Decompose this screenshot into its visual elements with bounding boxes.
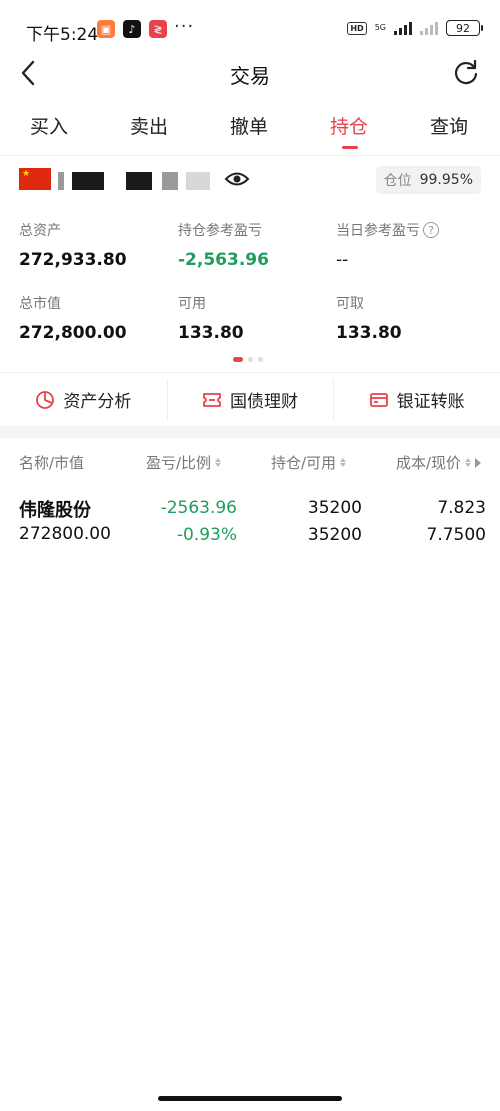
page-dot-active xyxy=(233,357,243,362)
stock-holding: 35200 xyxy=(307,498,362,518)
total-assets-label: 总资产 xyxy=(19,223,61,239)
today-pl-label: 当日参考盈亏 xyxy=(336,223,420,239)
stock-pl: -2563.96 xyxy=(160,498,237,518)
market-value-value: 272,800.00 xyxy=(19,323,127,343)
video-app-icon: ≷ xyxy=(149,20,167,38)
position-ratio-badge: 仓位 99.95% xyxy=(375,166,481,194)
header-pl-ratio[interactable]: 盈亏/比例 xyxy=(146,452,222,473)
stock-pl-ratio: -0.93% xyxy=(176,525,237,545)
page-indicator xyxy=(233,357,263,362)
active-tab-indicator xyxy=(342,146,358,149)
pie-chart-icon xyxy=(36,390,55,409)
card-icon xyxy=(369,392,388,407)
available-funds: 可用 133.80 xyxy=(178,293,244,343)
refresh-icon[interactable] xyxy=(452,59,480,87)
page-title: 交易 xyxy=(230,64,270,88)
home-indicator[interactable] xyxy=(158,1096,342,1101)
more-columns-icon xyxy=(475,457,482,468)
treasury-bond-button[interactable]: 国债理财 xyxy=(166,373,334,426)
total-assets: 总资产 272,933.80 xyxy=(19,220,127,270)
withdrawable-value: 133.80 xyxy=(336,323,402,343)
eye-icon[interactable] xyxy=(224,168,250,190)
available-label: 可用 xyxy=(178,296,206,312)
holdings-table-header: 名称/市值 盈亏/比例 持仓/可用 成本/现价 xyxy=(0,438,500,484)
masked-account-segment xyxy=(186,172,210,190)
status-time: 下午5:24 xyxy=(26,25,99,45)
header-name-value: 名称/市值 xyxy=(19,452,84,473)
quick-actions: 资产分析 国债理财 银证转账 xyxy=(0,372,500,426)
tiktok-icon: ♪ xyxy=(123,20,141,38)
masked-account-segment xyxy=(126,172,152,190)
china-flag-icon: ★ xyxy=(19,168,51,190)
total-assets-value: 272,933.80 xyxy=(19,250,127,270)
today-pl-label-row: 当日参考盈亏 ? xyxy=(336,220,439,240)
position-label: 仓位 xyxy=(383,173,412,189)
page-dot xyxy=(248,357,253,362)
tab-cancel[interactable]: 撤单 xyxy=(230,112,268,139)
market-value: 总市值 272,800.00 xyxy=(19,293,127,343)
sort-icon xyxy=(215,458,222,467)
withdrawable-funds: 可取 133.80 xyxy=(336,293,402,343)
status-indicators: HD 5G 92 xyxy=(347,20,483,36)
trade-tabs: 买入 卖出 撤单 持仓 查询 xyxy=(0,108,500,156)
masked-account-segment xyxy=(58,172,64,190)
signal-icon xyxy=(394,21,412,35)
bank-transfer-label: 银证转账 xyxy=(396,392,465,412)
more-notifications-icon: ··· xyxy=(174,16,195,37)
tab-buy[interactable]: 买入 xyxy=(30,112,68,139)
account-row: ★ 仓位 99.95% xyxy=(0,166,500,198)
header-pl-ratio-label: 盈亏/比例 xyxy=(146,454,212,472)
bank-transfer-button[interactable]: 银证转账 xyxy=(333,373,500,426)
stock-name: 伟隆股份 xyxy=(19,500,91,521)
shopping-app-icon: ▣ xyxy=(97,20,115,38)
asset-analysis-label: 资产分析 xyxy=(63,392,132,412)
today-pl-value: -- xyxy=(336,250,349,270)
header-cost-price[interactable]: 成本/现价 xyxy=(396,452,482,473)
table-row[interactable]: 伟隆股份 272800.00 -2563.96 -0.93% 35200 352… xyxy=(0,488,500,554)
tab-sell[interactable]: 卖出 xyxy=(130,112,168,139)
header-holding-label: 持仓/可用 xyxy=(271,454,337,472)
market-value-label: 总市值 xyxy=(19,296,61,312)
withdrawable-label: 可取 xyxy=(336,296,364,312)
header-cost-label: 成本/现价 xyxy=(396,454,462,472)
masked-account-segment xyxy=(72,172,104,190)
position-value: 99.95% xyxy=(419,172,473,188)
tab-holdings[interactable]: 持仓 xyxy=(330,112,368,139)
stock-cost: 7.823 xyxy=(437,498,486,518)
section-divider xyxy=(0,426,500,438)
masked-account-segment xyxy=(162,172,178,190)
network-type: 5G xyxy=(374,23,386,32)
ticket-icon xyxy=(203,392,221,407)
treasury-bond-label: 国债理财 xyxy=(230,392,298,412)
status-app-icons: ▣ ♪ ≷ xyxy=(97,20,167,38)
available-value: 133.80 xyxy=(178,323,244,343)
page-dot xyxy=(258,357,263,362)
signal-2-icon xyxy=(420,21,438,35)
app-header: 交易 xyxy=(0,50,500,96)
help-icon[interactable]: ? xyxy=(423,222,439,238)
today-pl: 当日参考盈亏 ? -- xyxy=(336,220,439,270)
stock-available: 35200 xyxy=(307,525,362,545)
sort-icon xyxy=(465,458,472,467)
stock-price: 7.7500 xyxy=(426,525,486,545)
battery-icon: 92 xyxy=(446,20,483,36)
tab-query[interactable]: 查询 xyxy=(430,112,468,139)
holding-pl-label: 持仓参考盈亏 xyxy=(178,223,262,239)
hd-icon: HD xyxy=(347,21,367,35)
holding-pl: 持仓参考盈亏 -2,563.96 xyxy=(178,220,269,270)
asset-analysis-button[interactable]: 资产分析 xyxy=(0,373,167,426)
holding-pl-value: -2,563.96 xyxy=(178,250,269,270)
sort-icon xyxy=(340,458,347,467)
header-holding-available[interactable]: 持仓/可用 xyxy=(271,452,347,473)
stock-market-value: 272800.00 xyxy=(19,524,111,544)
header-name-value-label: 名称/市值 xyxy=(19,454,85,472)
